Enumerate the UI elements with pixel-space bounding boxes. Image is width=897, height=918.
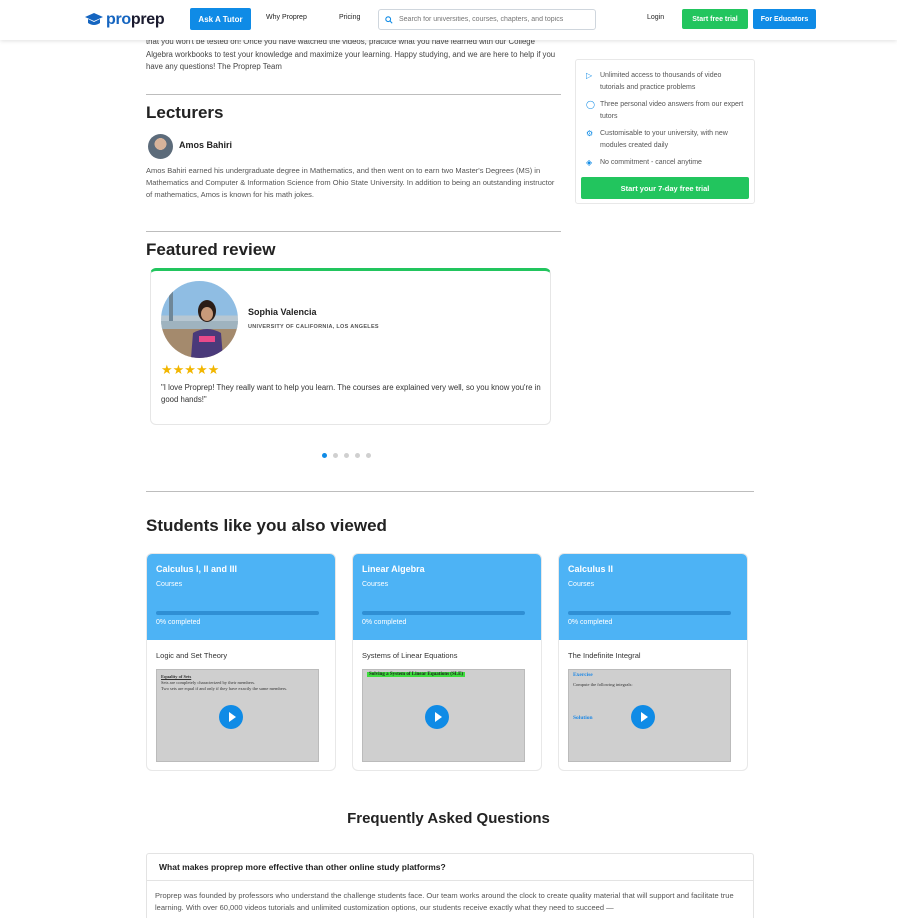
also-viewed-heading: Students like you also viewed [146,516,387,535]
course-topic: Logic and Set Theory [156,651,228,660]
login-link[interactable]: Login [647,14,664,21]
carousel-dot[interactable] [322,453,327,458]
play-button[interactable] [631,705,655,729]
thumb-text: Solution [573,715,593,721]
course-progress: 0% completed [156,619,201,626]
course-topic: The Indefinite Integral [568,651,641,660]
thumb-text: Compute the following integrals: [573,682,633,687]
carousel-dot[interactable] [333,453,338,458]
lecturer-bio: Amos Bahiri earned his undergraduate deg… [146,166,555,199]
play-icon: ▷ [586,71,593,80]
thumb-text: Solving a System of Linear Equations (SL… [367,672,466,677]
feature-item: ◯ Three personal video answers from our … [586,99,746,122]
lecturer-name: Amos Bahiri [179,140,233,150]
carousel-dot[interactable] [366,453,371,458]
thumb-text: Sets are completely characterized by the… [161,680,256,685]
thumb-text: Two sets are equal if and only if they h… [161,686,288,691]
play-button[interactable] [425,705,449,729]
lecturer-avatar [148,134,173,159]
graduation-cap-icon [85,13,103,25]
course-progress: 0% completed [362,619,407,626]
course-card[interactable]: Calculus II Courses 0% completed The Ind… [558,553,748,771]
course-card-header: Linear Algebra Courses 0% completed [353,554,541,640]
course-type: Courses [568,581,595,588]
reviewer-avatar [161,281,238,358]
faq-answer: Proprep was founded by professors who un… [155,891,734,912]
carousel-dots [322,453,371,458]
review-text: "I love Proprep! They really want to hel… [161,383,541,404]
ask-a-tutor-button[interactable]: Ask A Tutor [190,8,251,30]
progress-bar [156,611,319,615]
carousel-dot[interactable] [344,453,349,458]
divider [146,231,561,232]
divider [146,491,754,492]
for-educators-button[interactable]: For Educators [753,9,816,29]
shield-check-icon: ◈ [586,158,593,167]
search-bar[interactable] [378,9,596,30]
feature-item: ◈ No commitment - cancel anytime [586,158,702,167]
reviewer-name: Sophia Valencia [248,307,317,317]
course-title: Calculus II [568,564,614,574]
feature-item: ⚙ Customisable to your university, with … [586,128,746,151]
course-type: Courses [362,581,389,588]
thumb-text: Equality of Sets [161,674,192,679]
nav-pricing[interactable]: Pricing [339,14,360,21]
logo-text: proprep [106,11,165,28]
feature-item: ▷ Unlimited access to thousands of video… [586,70,746,93]
search-icon [385,15,393,24]
gear-icon: ⚙ [586,129,594,138]
chat-bubble-icon: ◯ [586,100,595,109]
course-description-text: that you won't be tested on! Once you ha… [146,37,556,71]
lecturers-heading: Lecturers [146,103,224,122]
faq-question[interactable]: What makes proprep more effective than o… [159,862,446,872]
progress-bar [362,611,525,615]
video-thumbnail[interactable]: Equality of Sets Sets are completely cha… [156,669,319,762]
nav-why-proprep[interactable]: Why Proprep [266,14,307,21]
play-button[interactable] [219,705,243,729]
divider [146,94,561,95]
course-title: Linear Algebra [362,564,425,574]
reviewer-photo-icon [161,291,238,358]
progress-bar [568,611,731,615]
featured-review-heading: Featured review [146,240,276,259]
course-card-header: Calculus II Courses 0% completed [559,554,747,640]
start-7-day-trial-button[interactable]: Start your 7-day free trial [581,177,749,199]
course-card-header: Calculus I, II and III Courses 0% comple… [147,554,335,640]
course-topic: Systems of Linear Equations [362,651,458,660]
course-progress: 0% completed [568,619,613,626]
course-type: Courses [156,581,183,588]
course-card[interactable]: Linear Algebra Courses 0% completed Syst… [352,553,542,771]
proprep-logo[interactable]: proprep [84,11,165,29]
reviewer-school: UNIVERSITY OF CALIFORNIA, LOS ANGELES [248,324,379,330]
thumb-text: Exercise [573,672,593,678]
video-thumbnail[interactable]: Exercise Compute the following integrals… [568,669,731,762]
course-title: Calculus I, II and III [156,564,238,574]
start-free-trial-button[interactable]: Start free trial [682,9,748,29]
faq-heading: Frequently Asked Questions [347,810,550,827]
search-input[interactable] [399,16,589,23]
divider [147,880,753,881]
top-nav-bar: proprep Ask A Tutor Why Proprep Pricing … [0,0,897,40]
carousel-dot[interactable] [355,453,360,458]
video-thumbnail[interactable]: Solving a System of Linear Equations (SL… [362,669,525,762]
rating-stars: ★★★★★ [161,362,220,377]
course-card[interactable]: Calculus I, II and III Courses 0% comple… [146,553,336,771]
